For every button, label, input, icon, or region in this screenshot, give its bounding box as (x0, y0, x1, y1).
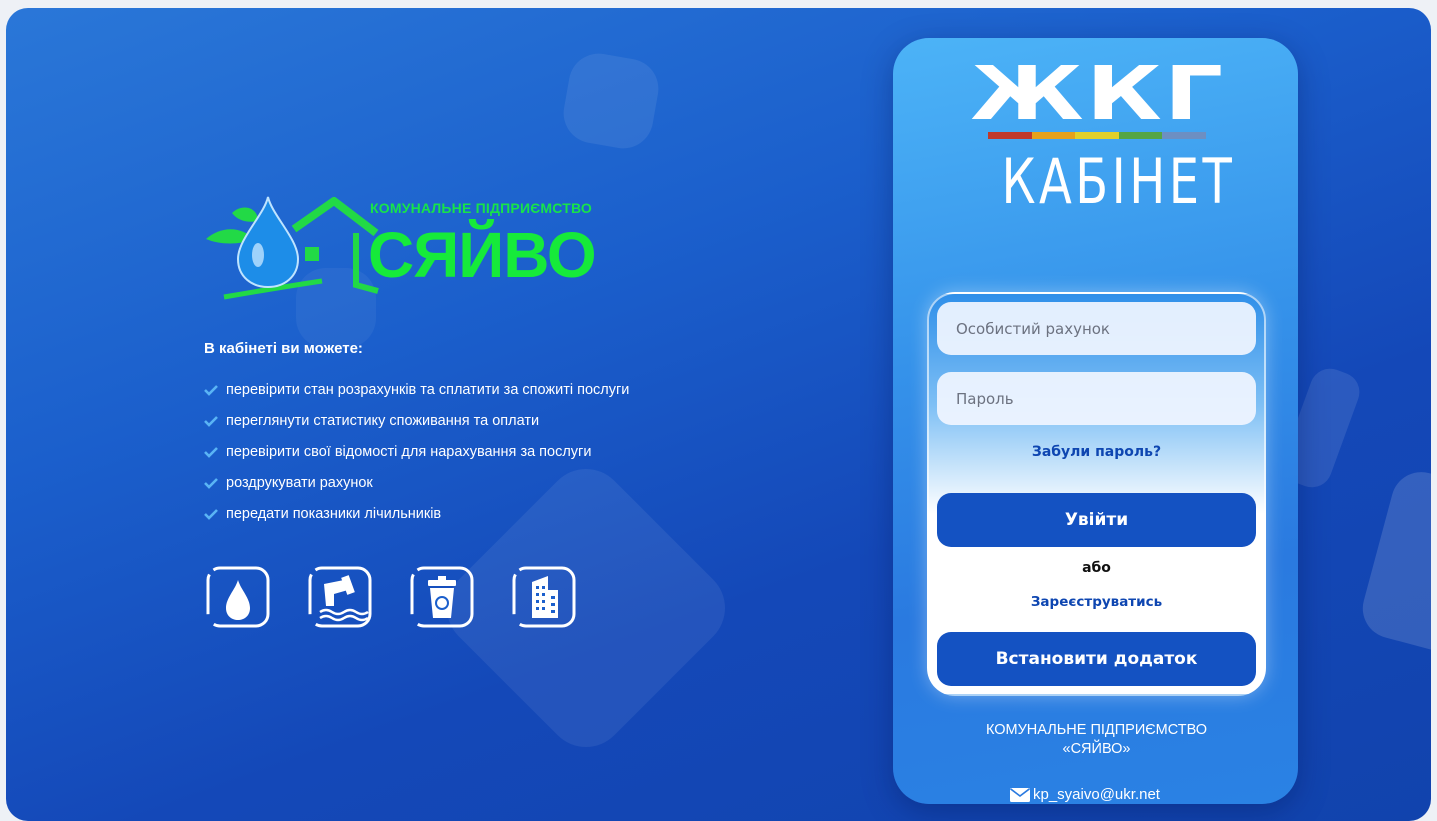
sewage-pipe-icon (308, 566, 372, 628)
or-separator: або (1082, 560, 1111, 576)
feature-item: переглянути статистику споживання та опл… (204, 405, 629, 436)
feature-item: перевірити свої відомості для нарахуванн… (204, 436, 629, 467)
account-input[interactable] (937, 302, 1256, 355)
brand-subtitle: КАБІНЕТ (1001, 145, 1236, 218)
decor-shape (1356, 465, 1431, 661)
brand-logo: ЖКГ (970, 56, 1223, 132)
feature-item: перевірити стан розрахунків та сплатити … (204, 374, 629, 405)
login-button[interactable]: Увійти (937, 493, 1256, 547)
feature-text: переглянути статистику споживання та опл… (226, 412, 540, 429)
org-name-line1: КОМУНАЛЬНЕ ПІДПРИЄМСТВО (985, 722, 1208, 738)
feature-text: роздрукувати рахунок (226, 474, 373, 491)
water-drop-icon (206, 566, 270, 628)
org-name: КОМУНАЛЬНЕ ПІДПРИЄМСТВО «СЯЙВО» (940, 721, 1253, 759)
register-link[interactable]: Зареєструватись (937, 594, 1256, 610)
org-name-line2: «СЯЙВО» (1062, 741, 1131, 757)
check-icon (204, 508, 218, 520)
brand-title: ЖКГ (970, 51, 1226, 137)
install-app-button[interactable]: Встановити додаток (937, 632, 1256, 686)
logo-subtitle: КОМУНАЛЬНЕ ПІДПРИЄМСТВО (370, 200, 592, 216)
check-icon (204, 446, 218, 458)
feature-text: передати показники лічильників (226, 505, 442, 522)
email-contact[interactable]: kp_syaivo@ukr.net (1010, 786, 1160, 803)
email-text[interactable]: kp_syaivo@ukr.net (1033, 786, 1160, 803)
check-icon (204, 477, 218, 489)
logo-name: СЯЙВО (368, 219, 597, 291)
forgot-password-link[interactable]: Забули пароль? (937, 444, 1256, 460)
feature-text: перевірити свої відомості для нарахуванн… (226, 443, 592, 460)
envelope-icon (1010, 787, 1030, 802)
feature-item: роздрукувати рахунок (204, 467, 629, 498)
brand-color-bar (988, 132, 1206, 139)
trash-bin-icon (410, 566, 474, 628)
features-list: перевірити стан розрахунків та сплатити … (204, 374, 629, 529)
decor-shape (558, 48, 664, 154)
feature-item: передати показники лічильників (204, 498, 629, 529)
building-icon (512, 566, 576, 628)
feature-text: перевірити стан розрахунків та сплатити … (226, 381, 630, 398)
check-icon (204, 415, 218, 427)
check-icon (204, 384, 218, 396)
features-title: В кабінеті ви можете: (204, 340, 363, 357)
password-input[interactable] (937, 372, 1256, 425)
service-icons (206, 566, 614, 628)
